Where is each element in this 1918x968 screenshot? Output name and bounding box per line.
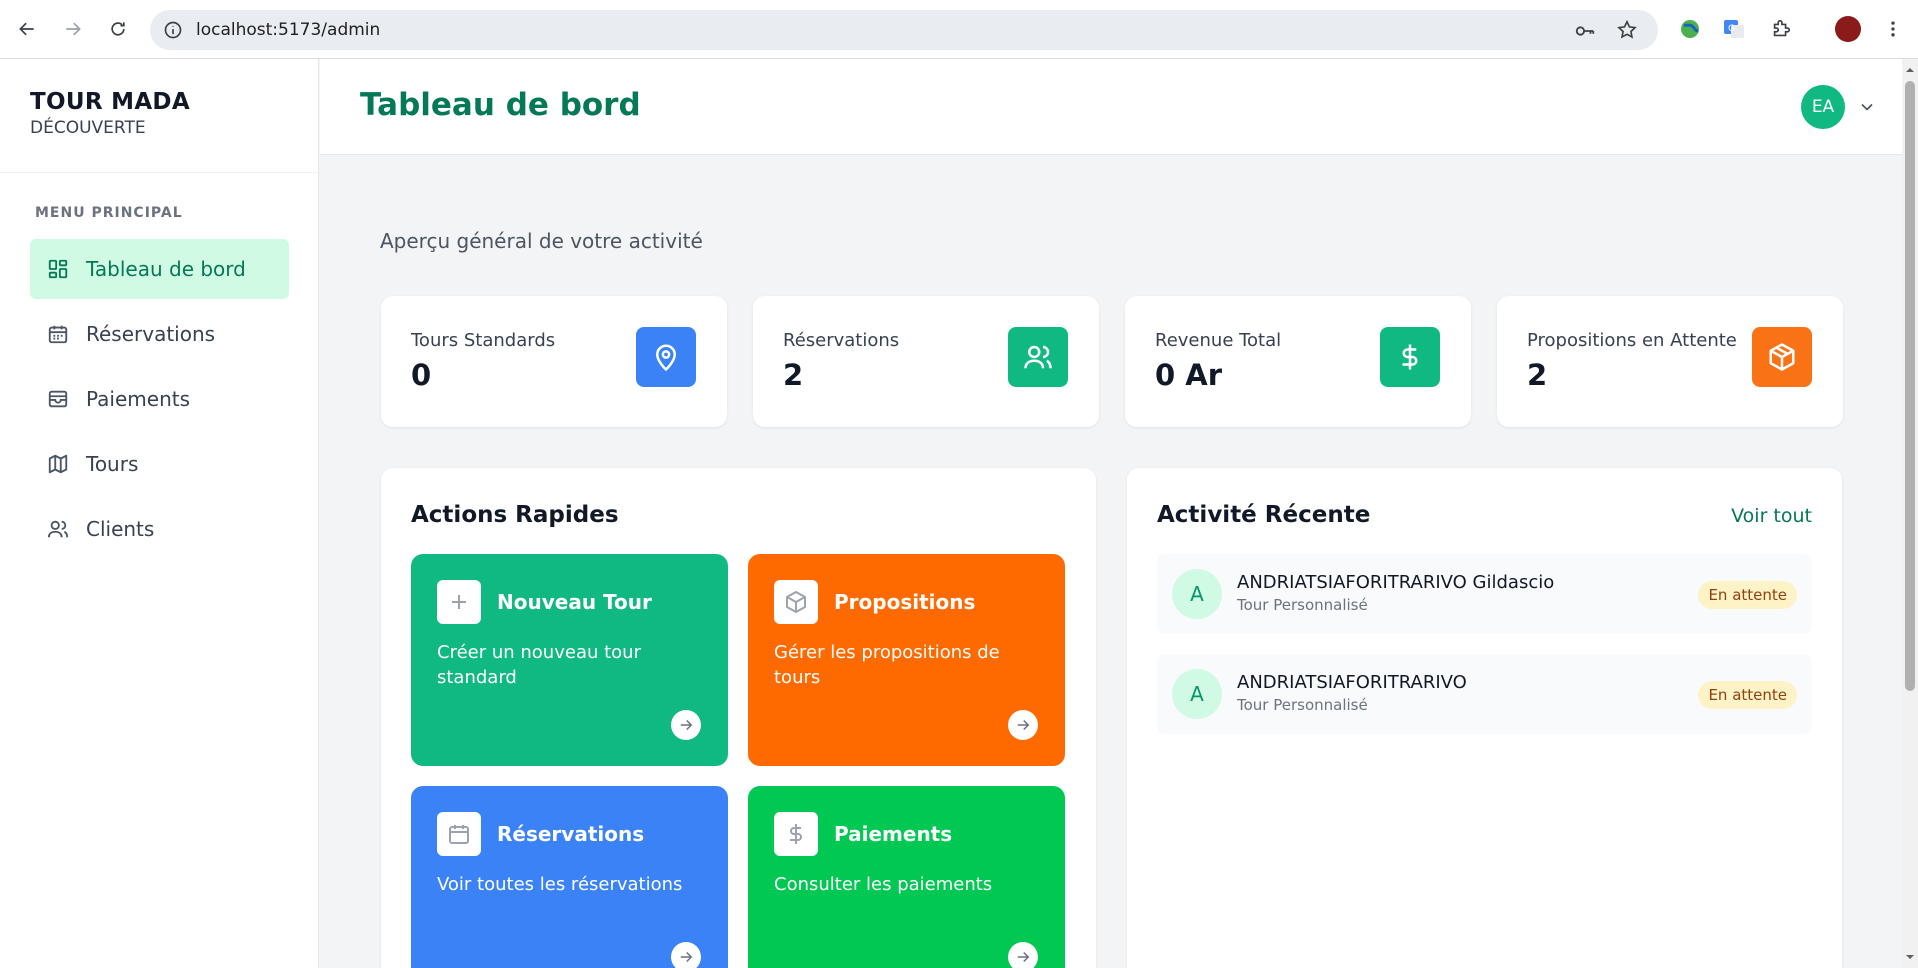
stat-label: Propositions en Attente xyxy=(1527,330,1737,351)
action-desc: Créer un nouveau tour standard xyxy=(437,642,641,688)
stat-value: 2 xyxy=(1527,358,1548,392)
scroll-down-icon[interactable] xyxy=(1905,952,1915,962)
extension-translate-icon[interactable]: G xyxy=(1721,16,1747,42)
arrow-right-icon[interactable] xyxy=(671,942,701,968)
sidebar-item-label: Tableau de bord xyxy=(86,257,246,281)
sidebar-item-label: Réservations xyxy=(86,322,216,346)
page-header: Tableau de bord EA xyxy=(320,59,1902,155)
sidebar-item-label: Clients xyxy=(86,517,155,541)
activity-avatar: A xyxy=(1172,569,1222,619)
dashboard-icon xyxy=(46,257,70,281)
stat-card-propositions: Propositions en Attente 2 xyxy=(1497,296,1843,427)
sidebar-item-reservations[interactable]: Réservations xyxy=(30,304,289,364)
stat-value: 0 xyxy=(411,358,432,392)
arrow-right-icon[interactable] xyxy=(671,710,701,740)
action-title: Nouveau Tour xyxy=(497,590,652,614)
bookmark-star-icon[interactable] xyxy=(1616,19,1638,41)
profile-avatar-icon[interactable] xyxy=(1835,16,1861,42)
box-icon xyxy=(1752,327,1812,387)
forward-button[interactable] xyxy=(58,14,88,44)
sidebar-item-label: Paiements xyxy=(86,387,191,411)
wallet-icon xyxy=(46,387,70,411)
activity-avatar: A xyxy=(1172,669,1222,719)
status-badge: En attente xyxy=(1698,681,1797,709)
activity-type: Tour Personnalisé xyxy=(1237,596,1368,614)
user-avatar[interactable]: EA xyxy=(1801,85,1845,129)
map-pin-icon xyxy=(636,327,696,387)
stat-card-tours: Tours Standards 0 xyxy=(381,296,727,427)
svg-text:G: G xyxy=(1728,24,1735,34)
map-icon xyxy=(46,452,70,476)
reload-icon xyxy=(111,22,125,36)
site-info-icon[interactable] xyxy=(163,20,183,40)
action-desc: Gérer les propositions de tours xyxy=(774,642,1000,688)
sidebar-item-paiements[interactable]: Paiements xyxy=(30,369,289,429)
sidebar: TOUR MADA DÉCOUVERTE MENU PRINCIPAL Tabl… xyxy=(0,59,319,968)
password-key-icon[interactable] xyxy=(1574,20,1596,42)
action-desc: Consulter les paiements xyxy=(774,874,993,895)
url-text[interactable]: localhost:5173/admin xyxy=(196,20,380,40)
stat-value: 0 Ar xyxy=(1155,358,1223,392)
scrollbar-thumb[interactable] xyxy=(1905,81,1915,691)
panel-title: Actions Rapides xyxy=(411,502,619,528)
brand: TOUR MADA DÉCOUVERTE xyxy=(0,59,318,173)
page-title: Tableau de bord xyxy=(360,87,641,123)
arrow-right-icon xyxy=(66,22,81,36)
activity-item[interactable]: A ANDRIATSIAFORITRARIVO Tour Personnalis… xyxy=(1157,654,1812,734)
activity-item[interactable]: A ANDRIATSIAFORITRARIVO Gildascio Tour P… xyxy=(1157,554,1812,634)
sidebar-item-tours[interactable]: Tours xyxy=(30,434,289,494)
dollar-icon xyxy=(1380,327,1440,387)
stat-label: Réservations xyxy=(783,330,900,351)
action-desc: Voir toutes les réservations xyxy=(437,874,683,895)
action-title: Paiements xyxy=(834,822,953,846)
panel-title: Activité Récente xyxy=(1157,502,1371,528)
stat-label: Revenue Total xyxy=(1155,330,1282,351)
scroll-up-icon[interactable] xyxy=(1905,65,1915,75)
browser-menu-icon[interactable] xyxy=(1880,16,1906,42)
overview-subtitle: Aperçu général de votre activité xyxy=(380,229,703,253)
menu-heading: MENU PRINCIPAL xyxy=(35,205,183,221)
action-title: Propositions xyxy=(834,590,976,614)
address-bar[interactable]: localhost:5173/admin xyxy=(150,10,1658,50)
see-all-link[interactable]: Voir tout xyxy=(1731,505,1812,527)
arrow-right-icon[interactable] xyxy=(1008,710,1038,740)
activity-type: Tour Personnalisé xyxy=(1237,696,1368,714)
arrow-left-icon xyxy=(19,22,34,36)
quick-actions-panel: Actions Rapides Nouveau Tour Créer un no… xyxy=(381,468,1096,968)
sidebar-item-dashboard[interactable]: Tableau de bord xyxy=(30,239,289,299)
brand-title: TOUR MADA xyxy=(30,89,190,115)
arrow-right-icon[interactable] xyxy=(1008,942,1038,968)
stat-value: 2 xyxy=(783,358,804,392)
action-new-tour[interactable]: Nouveau Tour Créer un nouveau tour stand… xyxy=(411,554,728,766)
activity-name: ANDRIATSIAFORITRARIVO Gildascio xyxy=(1237,572,1555,593)
action-title: Réservations xyxy=(497,822,645,846)
extension-globe-icon[interactable] xyxy=(1677,16,1703,42)
status-badge: En attente xyxy=(1698,581,1797,609)
plus-icon xyxy=(437,580,481,624)
brand-subtitle: DÉCOUVERTE xyxy=(30,118,146,138)
users-icon xyxy=(1008,327,1068,387)
stat-card-reservations: Réservations 2 xyxy=(753,296,1099,427)
action-propositions[interactable]: Propositions Gérer les propositions de t… xyxy=(748,554,1065,766)
activity-name: ANDRIATSIAFORITRARIVO xyxy=(1237,672,1467,693)
extensions-puzzle-icon[interactable] xyxy=(1768,16,1794,42)
sidebar-item-label: Tours xyxy=(86,452,139,476)
users-icon xyxy=(46,517,70,541)
recent-activity-panel: Activité Récente Voir tout A ANDRIATSIAF… xyxy=(1127,468,1842,968)
box-icon xyxy=(774,580,818,624)
back-button[interactable] xyxy=(12,14,42,44)
stat-label: Tours Standards xyxy=(411,330,556,351)
reload-button[interactable] xyxy=(103,14,133,44)
page-scrollbar[interactable] xyxy=(1902,59,1918,968)
action-reservations[interactable]: Réservations Voir toutes les réservation… xyxy=(411,786,728,968)
stat-card-revenue: Revenue Total 0 Ar xyxy=(1125,296,1471,427)
action-paiements[interactable]: Paiements Consulter les paiements xyxy=(748,786,1065,968)
sidebar-item-clients[interactable]: Clients xyxy=(30,499,289,559)
dollar-icon xyxy=(774,812,818,856)
browser-toolbar: localhost:5173/admin G xyxy=(0,0,1918,59)
chevron-down-icon[interactable] xyxy=(1857,97,1877,117)
calendar-icon xyxy=(437,812,481,856)
calendar-icon xyxy=(46,322,70,346)
